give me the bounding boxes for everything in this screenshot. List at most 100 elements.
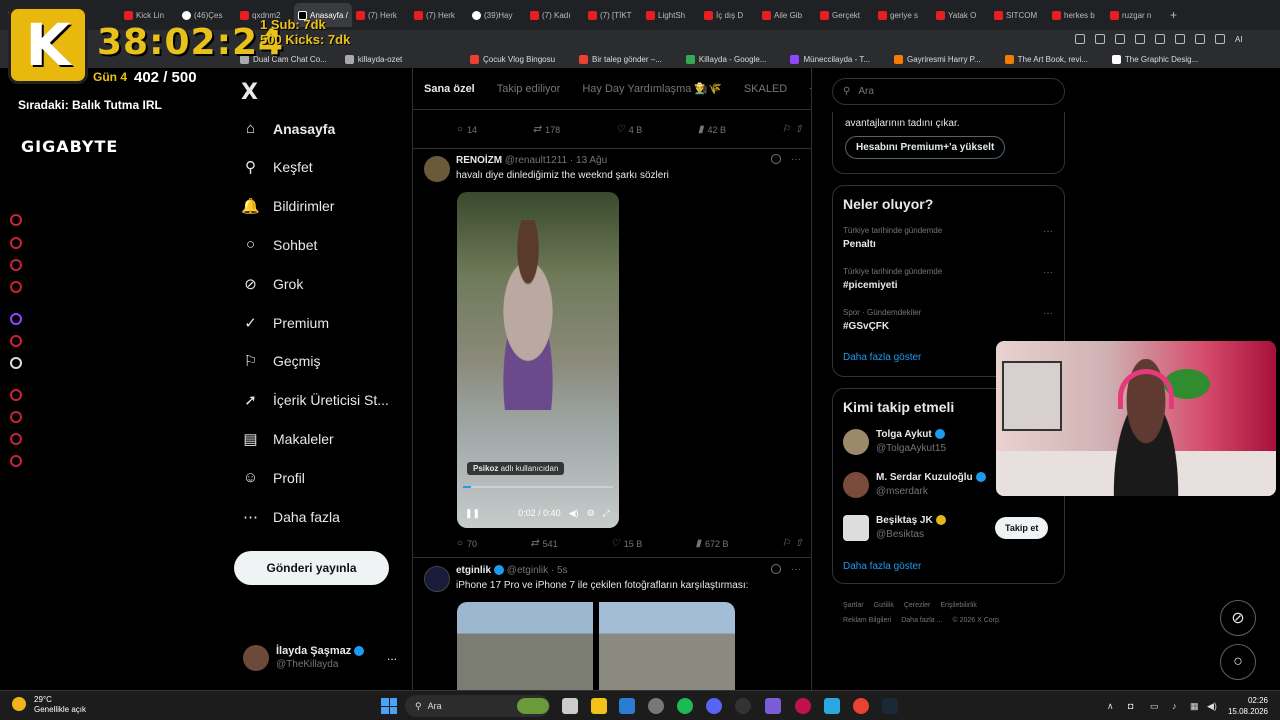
panel-icon-6[interactable] [10,389,22,401]
microphone-icon[interactable]: ♪ [1172,701,1177,711]
tray-folder-icon[interactable]: ▭ [1150,701,1159,712]
panel-icon-1[interactable] [10,214,22,226]
heart-icon[interactable] [1155,34,1165,44]
cube-icon[interactable] [1175,34,1185,44]
show-more-link[interactable]: Daha fazla göster [843,352,921,363]
bookmark[interactable]: Killayda - Google... [685,54,766,64]
bookmark[interactable]: Gayriresmi Harry P... [894,54,981,64]
tray-app-icon[interactable]: ◘ [1128,701,1133,711]
show-more-link[interactable]: Daha fazla göster [843,561,921,572]
panel-icon-4[interactable] [10,281,22,293]
bookmark-icon[interactable]: ⚐ [782,538,791,549]
nav-item-geçmiş[interactable]: ⚐ Geçmiş [242,353,321,370]
nav-item-bildirimler[interactable]: 🔔 Bildirimler [241,198,334,215]
nav-item-keşfet[interactable]: ⚲ Keşfet [242,159,313,176]
browser-tab[interactable]: (7) [TİKT [584,3,642,27]
timeline-tab[interactable]: Sana özel [424,83,475,95]
more-icon[interactable]: ··· [791,564,801,575]
like-button[interactable]: ♡ 15 B [611,538,642,549]
trend-item[interactable]: Türkiye tarihinde gündemde Penaltı ··· [843,226,1053,250]
follow-button[interactable]: Takip et [995,517,1049,539]
bookmark[interactable]: The Graphic Desig... [1111,54,1198,64]
pause-icon[interactable]: ❚❚ [465,508,480,519]
nav-item-grok[interactable]: ⊘ Grok [242,275,303,293]
messages-fab-icon[interactable]: ○ [1220,644,1256,680]
x-logo[interactable]: X [241,80,258,105]
bookmark[interactable]: The Art Book, revi... [1004,54,1088,64]
video-credit[interactable]: Psikoz adlı kullanıcıdan [467,462,565,475]
browser-tab[interactable]: İç dış D [700,3,758,27]
browser-tab[interactable]: herkes b [1048,3,1106,27]
footer-link[interactable]: Erişilebilirlik [940,602,977,609]
grok-icon[interactable] [771,154,781,164]
download-icon[interactable] [1215,34,1225,44]
nav-item-premium[interactable]: ✓ Premium [242,314,329,332]
more-icon[interactable]: ··· [1043,308,1053,319]
nav-item-daha-fazla[interactable]: ⋯ Daha fazla [242,508,340,526]
tray-chevron-icon[interactable]: ∧ [1107,701,1114,712]
avatar[interactable] [424,156,450,182]
panel-icon-2[interactable] [10,237,22,249]
trend-item[interactable]: Spor · Gündemdekiler #GSvÇFK ··· [843,308,1053,332]
app-icon[interactable] [735,698,751,714]
reply-button[interactable]: ○ 14 [457,124,477,135]
task-view-icon[interactable] [562,698,578,714]
add-tab-icon[interactable]: + [809,83,811,95]
browser-tab[interactable]: SITCOM [990,3,1048,27]
history-icon[interactable] [10,411,22,423]
search-input[interactable]: ⚲ Ara [832,78,1065,105]
timeline-tab[interactable]: SKALED [744,83,787,95]
footer-link[interactable]: Daha fazla ... [901,617,942,624]
views-button[interactable]: ▮ 42 B [698,124,726,135]
suggested-account[interactable]: Beşiktaş JK @Besiktas Takip et [843,515,1058,547]
ai-button[interactable]: AI [1235,35,1243,44]
tweet[interactable]: etginlik @etginlik · 5s ··· iPhone 17 Pr… [413,558,811,690]
repost-button[interactable]: ⇄ 178 [533,124,560,135]
clock[interactable]: 02:26 15.08.2026 [1224,695,1268,717]
fullscreen-icon[interactable]: ⤢ [603,508,610,519]
browser-tab[interactable]: Yatak O [932,3,990,27]
nav-item-profil[interactable]: ☺ Profil [242,469,305,486]
bookmark-icon[interactable]: ⚐ [782,124,791,135]
browser-tab[interactable]: (7) Herk [352,3,410,27]
share-icon[interactable]: ⇧ [795,538,803,549]
panel-icon-7[interactable] [10,433,22,445]
chrome-icon[interactable] [853,698,869,714]
browser-tab[interactable]: (39)Hay [468,3,526,27]
account-switcher[interactable]: İlayda Şaşmaz @TheKillayda ... [243,645,403,675]
footer-link[interactable]: Gizlilik [874,602,894,609]
shield-icon[interactable] [1115,34,1125,44]
mail-icon[interactable] [619,698,635,714]
repost-button[interactable]: ⇄ 541 [530,538,557,549]
grok-icon[interactable] [771,564,781,574]
footer-link[interactable]: © 2026 X Corp. [952,617,1000,624]
trend-item[interactable]: Türkiye tarihinde gündemde #picemiyeti ··· [843,267,1053,291]
timeline-tab[interactable]: Hay Day Yardımlaşma 👨‍🌾🌾 [582,82,721,95]
nav-item-makaleler[interactable]: ▤ Makaleler [242,430,333,448]
start-icon[interactable] [381,698,397,714]
tweet-image[interactable] [457,602,593,690]
like-button[interactable]: ♡ 4 B [616,124,642,135]
panel-icon-3[interactable] [10,259,22,271]
browser-tab[interactable]: geriye s [874,3,932,27]
browser-tab[interactable]: Aile Gib [758,3,816,27]
nav-item-anasayfa[interactable]: ⌂ Anasayfa [242,120,335,137]
nav-item-sohbet[interactable]: ○ Sohbet [242,236,317,253]
footer-link[interactable]: Reklam Bilgileri [843,617,891,624]
discord-icon[interactable] [706,698,722,714]
more-icon[interactable]: ··· [1043,226,1053,237]
browser-tab[interactable]: ruzgar n [1106,3,1164,27]
network-icon[interactable]: ▦ [1190,701,1199,712]
bookmark[interactable]: Müneccilayda - T... [790,54,870,64]
footer-link[interactable]: Şartlar [843,602,864,609]
footer-link[interactable]: Çerezler [904,602,930,609]
tweet-image[interactable] [599,602,735,690]
browser-tab[interactable]: (7) Herk [410,3,468,27]
nav-item-i-çerik-üreticisi-st-[interactable]: ➚ İçerik Üreticisi St... [242,392,389,409]
file-explorer-icon[interactable] [591,698,607,714]
reply-button[interactable]: ○ 70 [457,538,477,549]
notepad-icon[interactable] [824,698,840,714]
panel-icon-5[interactable] [10,335,22,347]
widget-icon[interactable] [517,698,549,714]
settings-icon[interactable] [1195,34,1205,44]
